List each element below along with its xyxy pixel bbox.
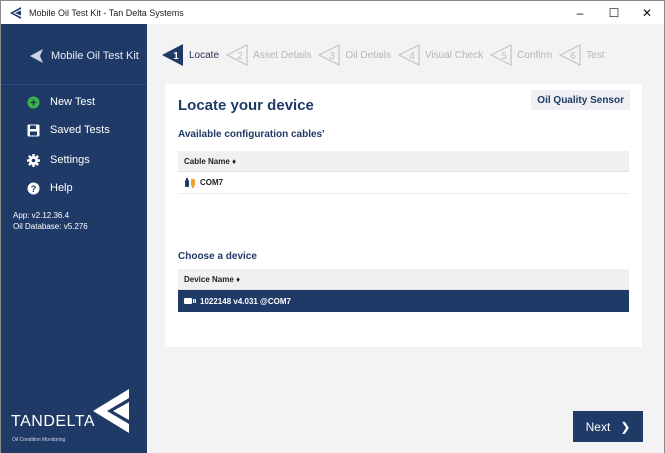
- wizard-stepper: 1 Locate 2 Asset Details 3 Oil Details 4…: [161, 42, 611, 68]
- app-logo-icon: [30, 49, 43, 63]
- svg-text:?: ?: [31, 184, 37, 194]
- app-logo-icon: [10, 6, 21, 19]
- next-button-label: Next: [585, 419, 611, 434]
- version-info: App: v2.12.36.4 Oil Database: v5.276: [13, 210, 88, 232]
- step-label: Visual Check: [424, 49, 484, 61]
- brand-name: TANDELTA: [11, 413, 96, 430]
- svg-text:1: 1: [173, 51, 179, 62]
- cable-name-column-header[interactable]: Cable Name ♦: [178, 151, 629, 172]
- svg-text:5: 5: [501, 51, 507, 62]
- step-label: Locate: [189, 49, 220, 61]
- step-label: Asset Details: [253, 49, 312, 61]
- gear-icon: [27, 153, 40, 167]
- close-button[interactable]: ✕: [630, 1, 664, 24]
- svg-text:4: 4: [409, 51, 415, 62]
- sidebar: Mobile Oil Test Kit New Test Saved Tests: [1, 24, 147, 453]
- app-window: Mobile Oil Test Kit - Tan Delta Systems …: [0, 0, 665, 453]
- app-version: App: v2.12.36.4: [13, 211, 70, 220]
- minimize-button[interactable]: –: [563, 1, 597, 24]
- step-1-badge: 1: [162, 44, 183, 66]
- step-locate[interactable]: 1 Locate: [161, 43, 219, 67]
- step-visual-check[interactable]: 4 Visual Check: [397, 43, 483, 67]
- sidebar-app-name: Mobile Oil Test Kit: [51, 50, 139, 62]
- devices-section-title: Choose a device: [178, 251, 257, 262]
- table-row[interactable]: COM7: [178, 172, 629, 194]
- step-label: Oil Details: [345, 49, 391, 61]
- device-name-column-header[interactable]: Device Name ♦: [178, 269, 629, 290]
- sidebar-item-label: New Test: [50, 96, 96, 108]
- step-test[interactable]: 6 Test: [558, 43, 605, 67]
- step-6-badge: 6: [558, 44, 581, 66]
- locate-card: Locate your device Oil Quality Sensor Av…: [165, 84, 642, 347]
- step-oil-details[interactable]: 3 Oil Details: [317, 43, 391, 67]
- step-4-badge: 4: [397, 44, 420, 66]
- cables-section-title: Available configuration cables': [178, 129, 325, 140]
- device-sensor-icon: [184, 296, 196, 306]
- step-confirm[interactable]: 5 Confirm: [489, 43, 552, 67]
- usb-cable-icon: [184, 177, 196, 188]
- step-asset-details[interactable]: 2 Asset Details: [225, 43, 311, 67]
- maximize-button[interactable]: ☐: [597, 1, 631, 24]
- step-5-badge: 5: [489, 44, 512, 66]
- sidebar-item-label: Settings: [50, 154, 90, 166]
- step-label: Test: [586, 49, 605, 61]
- sidebar-item-new-test[interactable]: New Test: [1, 90, 147, 114]
- sidebar-item-help[interactable]: ? Help: [1, 176, 147, 200]
- step-2-badge: 2: [225, 44, 248, 66]
- table-row[interactable]: 1022148 v4.031 @COM7: [178, 290, 629, 312]
- devices-table: Device Name ♦ 1022148 v4.031 @COM7: [178, 269, 629, 312]
- next-button[interactable]: Next ❯: [573, 411, 643, 442]
- sidebar-divider: [1, 84, 147, 85]
- title-bar: Mobile Oil Test Kit - Tan Delta Systems …: [1, 1, 664, 24]
- step-label: Confirm: [517, 49, 553, 61]
- question-circle-icon: ?: [27, 182, 40, 195]
- cables-table: Cable Name ♦ COM7: [178, 151, 629, 194]
- brand-logo: TANDELTA Oil Condition Monitoring: [11, 385, 136, 445]
- window-title: Mobile Oil Test Kit - Tan Delta Systems: [29, 7, 184, 18]
- sensor-type-badge: Oil Quality Sensor: [531, 90, 630, 110]
- sidebar-item-label: Saved Tests: [50, 124, 110, 136]
- chevron-right-icon: ❯: [620, 419, 631, 434]
- sidebar-item-settings[interactable]: Settings: [1, 148, 147, 172]
- sidebar-header[interactable]: Mobile Oil Test Kit: [1, 38, 147, 74]
- sidebar-item-saved-tests[interactable]: Saved Tests: [1, 118, 147, 142]
- svg-text:2: 2: [237, 51, 243, 62]
- step-3-badge: 3: [318, 44, 340, 66]
- database-version: Oil Database: v5.276: [13, 222, 88, 231]
- plus-circle-icon: [27, 96, 40, 109]
- floppy-disk-icon: [27, 124, 40, 137]
- main-content: 1 Locate 2 Asset Details 3 Oil Details 4…: [147, 24, 664, 453]
- brand-tagline: Oil Condition Monitoring: [12, 437, 66, 443]
- page-title: Locate your device: [178, 97, 314, 114]
- sidebar-item-label: Help: [50, 182, 73, 194]
- device-name: 1022148 v4.031 @COM7: [200, 296, 291, 306]
- cable-name: COM7: [200, 178, 224, 187]
- svg-text:6: 6: [570, 51, 576, 62]
- svg-text:3: 3: [330, 51, 336, 62]
